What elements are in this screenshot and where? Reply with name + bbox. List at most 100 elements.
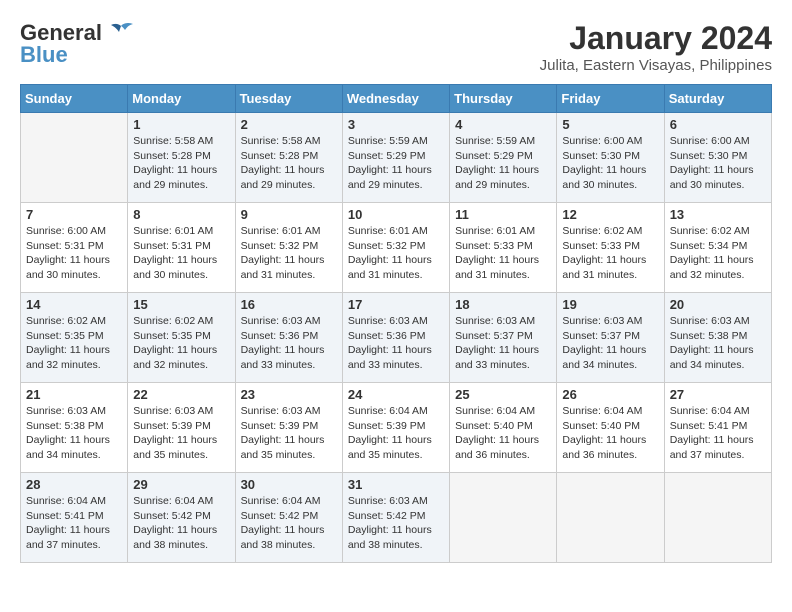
day-info: Sunrise: 5:59 AMSunset: 5:29 PMDaylight:… — [348, 134, 444, 193]
calendar-cell — [557, 473, 664, 563]
calendar-cell: 25 Sunrise: 6:04 AMSunset: 5:40 PMDayligh… — [450, 383, 557, 473]
day-info: Sunrise: 6:03 AMSunset: 5:39 PMDaylight:… — [133, 404, 229, 463]
calendar-header: SundayMondayTuesdayWednesdayThursdayFrid… — [21, 85, 772, 113]
calendar-cell: 20Sunrise: 6:03 AMSunset: 5:38 PMDayligh… — [664, 293, 771, 383]
calendar-cell: 10 Sunrise: 6:01 AMSunset: 5:32 PMDayligh… — [342, 203, 449, 293]
day-number: 19 — [562, 297, 658, 312]
header-tuesday: Tuesday — [235, 85, 342, 113]
calendar-cell: 4 Sunrise: 5:59 AMSunset: 5:29 PMDaylight… — [450, 113, 557, 203]
day-number: 25 — [455, 387, 551, 402]
day-info: Sunrise: 6:03 AMSunset: 5:39 PMDaylight:… — [241, 404, 337, 463]
header-row: SundayMondayTuesdayWednesdayThursdayFrid… — [21, 85, 772, 113]
day-info: Sunrise: 6:04 AMSunset: 5:41 PMDaylight:… — [670, 404, 766, 463]
calendar-cell: 16 Sunrise: 6:03 AMSunset: 5:36 PMDayligh… — [235, 293, 342, 383]
day-number: 15 — [133, 297, 229, 312]
day-info: Sunrise: 6:00 AMSunset: 5:30 PMDaylight:… — [670, 134, 766, 193]
day-number: 23 — [241, 387, 337, 402]
day-info: Sunrise: 6:04 AMSunset: 5:41 PMDaylight:… — [26, 494, 122, 553]
calendar-cell: 15Sunrise: 6:02 AMSunset: 5:35 PMDayligh… — [128, 293, 235, 383]
day-info: Sunrise: 6:01 AMSunset: 5:32 PMDaylight:… — [241, 224, 337, 283]
day-info: Sunrise: 6:02 AMSunset: 5:33 PMDaylight:… — [562, 224, 658, 283]
logo: General Blue — [20, 20, 135, 68]
day-number: 14 — [26, 297, 122, 312]
header-saturday: Saturday — [664, 85, 771, 113]
day-info: Sunrise: 6:03 AMSunset: 5:38 PMDaylight:… — [26, 404, 122, 463]
day-number: 21 — [26, 387, 122, 402]
day-number: 24 — [348, 387, 444, 402]
calendar-cell: 17 Sunrise: 6:03 AMSunset: 5:36 PMDayligh… — [342, 293, 449, 383]
calendar-cell: 11Sunrise: 6:01 AMSunset: 5:33 PMDayligh… — [450, 203, 557, 293]
calendar-cell: 30Sunrise: 6:04 AMSunset: 5:42 PMDayligh… — [235, 473, 342, 563]
day-info: Sunrise: 6:03 AMSunset: 5:37 PMDaylight:… — [562, 314, 658, 373]
day-number: 12 — [562, 207, 658, 222]
calendar-body: 1 Sunrise: 5:58 AMSunset: 5:28 PMDaylight… — [21, 113, 772, 563]
day-number: 3 — [348, 117, 444, 132]
logo-bird-icon — [107, 22, 135, 44]
day-info: Sunrise: 6:04 AMSunset: 5:40 PMDaylight:… — [455, 404, 551, 463]
day-info: Sunrise: 6:04 AMSunset: 5:42 PMDaylight:… — [133, 494, 229, 553]
day-info: Sunrise: 6:02 AMSunset: 5:35 PMDaylight:… — [26, 314, 122, 373]
day-number: 27 — [670, 387, 766, 402]
calendar-cell: 13 Sunrise: 6:02 AMSunset: 5:34 PMDayligh… — [664, 203, 771, 293]
calendar-table: SundayMondayTuesdayWednesdayThursdayFrid… — [20, 84, 772, 563]
day-info: Sunrise: 5:58 AMSunset: 5:28 PMDaylight:… — [241, 134, 337, 193]
day-info: Sunrise: 6:01 AMSunset: 5:33 PMDaylight:… — [455, 224, 551, 283]
day-info: Sunrise: 6:01 AMSunset: 5:31 PMDaylight:… — [133, 224, 229, 283]
day-info: Sunrise: 6:04 AMSunset: 5:40 PMDaylight:… — [562, 404, 658, 463]
day-number: 8 — [133, 207, 229, 222]
day-info: Sunrise: 6:03 AMSunset: 5:37 PMDaylight:… — [455, 314, 551, 373]
calendar-cell: 19 Sunrise: 6:03 AMSunset: 5:37 PMDayligh… — [557, 293, 664, 383]
calendar-cell — [21, 113, 128, 203]
day-info: Sunrise: 6:01 AMSunset: 5:32 PMDaylight:… — [348, 224, 444, 283]
header-thursday: Thursday — [450, 85, 557, 113]
calendar-cell: 3 Sunrise: 5:59 AMSunset: 5:29 PMDaylight… — [342, 113, 449, 203]
day-info: Sunrise: 6:04 AMSunset: 5:42 PMDaylight:… — [241, 494, 337, 553]
day-info: Sunrise: 6:03 AMSunset: 5:42 PMDaylight:… — [348, 494, 444, 553]
day-info: Sunrise: 6:00 AMSunset: 5:31 PMDaylight:… — [26, 224, 122, 283]
day-number: 9 — [241, 207, 337, 222]
day-info: Sunrise: 6:00 AMSunset: 5:30 PMDaylight:… — [562, 134, 658, 193]
day-number: 5 — [562, 117, 658, 132]
calendar-cell: 8 Sunrise: 6:01 AMSunset: 5:31 PMDaylight… — [128, 203, 235, 293]
calendar-cell: 23 Sunrise: 6:03 AMSunset: 5:39 PMDayligh… — [235, 383, 342, 473]
day-number: 6 — [670, 117, 766, 132]
calendar-cell: 27 Sunrise: 6:04 AMSunset: 5:41 PMDayligh… — [664, 383, 771, 473]
day-number: 1 — [133, 117, 229, 132]
day-number: 17 — [348, 297, 444, 312]
calendar-cell: 2 Sunrise: 5:58 AMSunset: 5:28 PMDaylight… — [235, 113, 342, 203]
calendar-cell: 1Sunrise: 5:58 AMSunset: 5:28 PMDaylight… — [128, 113, 235, 203]
page-subtitle: Julita, Eastern Visayas, Philippines — [540, 57, 772, 74]
day-info: Sunrise: 6:03 AMSunset: 5:36 PMDaylight:… — [348, 314, 444, 373]
page-header: General Blue January 2024 Julita, Easter… — [20, 20, 772, 74]
calendar-cell: 5 Sunrise: 6:00 AMSunset: 5:30 PMDaylight… — [557, 113, 664, 203]
calendar-cell: 22 Sunrise: 6:03 AMSunset: 5:39 PMDayligh… — [128, 383, 235, 473]
day-info: Sunrise: 6:03 AMSunset: 5:36 PMDaylight:… — [241, 314, 337, 373]
calendar-week-row: 28Sunrise: 6:04 AMSunset: 5:41 PMDayligh… — [21, 473, 772, 563]
header-sunday: Sunday — [21, 85, 128, 113]
calendar-cell: 12 Sunrise: 6:02 AMSunset: 5:33 PMDayligh… — [557, 203, 664, 293]
day-number: 4 — [455, 117, 551, 132]
day-info: Sunrise: 6:02 AMSunset: 5:34 PMDaylight:… — [670, 224, 766, 283]
calendar-cell — [664, 473, 771, 563]
calendar-week-row: 21 Sunrise: 6:03 AMSunset: 5:38 PMDayligh… — [21, 383, 772, 473]
header-friday: Friday — [557, 85, 664, 113]
day-number: 13 — [670, 207, 766, 222]
page-title: January 2024 — [540, 20, 772, 57]
day-number: 22 — [133, 387, 229, 402]
calendar-week-row: 14 Sunrise: 6:02 AMSunset: 5:35 PMDayligh… — [21, 293, 772, 383]
calendar-week-row: 1 Sunrise: 5:58 AMSunset: 5:28 PMDaylight… — [21, 113, 772, 203]
day-number: 10 — [348, 207, 444, 222]
day-number: 26 — [562, 387, 658, 402]
day-number: 2 — [241, 117, 337, 132]
calendar-cell: 28Sunrise: 6:04 AMSunset: 5:41 PMDayligh… — [21, 473, 128, 563]
day-number: 16 — [241, 297, 337, 312]
calendar-cell: 18Sunrise: 6:03 AMSunset: 5:37 PMDayligh… — [450, 293, 557, 383]
calendar-week-row: 7Sunrise: 6:00 AMSunset: 5:31 PMDaylight… — [21, 203, 772, 293]
calendar-cell: 26 Sunrise: 6:04 AMSunset: 5:40 PMDayligh… — [557, 383, 664, 473]
calendar-cell: 14 Sunrise: 6:02 AMSunset: 5:35 PMDayligh… — [21, 293, 128, 383]
header-monday: Monday — [128, 85, 235, 113]
calendar-cell: 31Sunrise: 6:03 AMSunset: 5:42 PMDayligh… — [342, 473, 449, 563]
calendar-cell: 21 Sunrise: 6:03 AMSunset: 5:38 PMDayligh… — [21, 383, 128, 473]
title-area: January 2024 Julita, Eastern Visayas, Ph… — [540, 20, 772, 74]
day-info: Sunrise: 5:59 AMSunset: 5:29 PMDaylight:… — [455, 134, 551, 193]
